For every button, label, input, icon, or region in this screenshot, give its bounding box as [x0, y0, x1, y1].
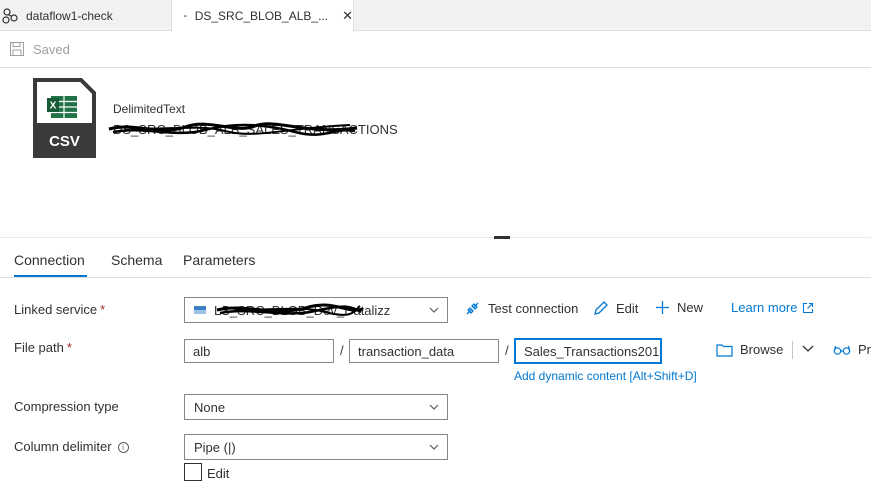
file-name-input[interactable]: Sales_Transactions2018 — [514, 338, 662, 364]
plus-icon — [656, 301, 669, 314]
compression-type-select[interactable]: None — [184, 394, 448, 420]
info-icon[interactable]: i — [117, 442, 129, 453]
column-delimiter-label: Column delimiter i — [14, 439, 129, 454]
tab-label: dataflow1-check — [26, 8, 113, 23]
tab-strip: dataflow1-check DS_SRC_BLOB_ALB_... ✕ — [0, 0, 871, 32]
chevron-down-icon[interactable] — [802, 344, 814, 354]
table-icon — [184, 14, 187, 18]
linked-service-redaction — [216, 303, 364, 316]
edit-linked-service-button[interactable]: Edit — [593, 300, 638, 316]
save-icon — [10, 42, 24, 56]
redaction-scribble — [108, 122, 358, 136]
path-separator: / — [340, 343, 344, 358]
edit-delimiter-checkbox[interactable] — [184, 463, 202, 481]
saved-label: Saved — [33, 41, 70, 57]
tab-parameters[interactable]: Parameters — [183, 252, 255, 268]
container-input[interactable]: alb — [184, 339, 334, 363]
chevron-down-icon — [429, 444, 439, 450]
toolbar-separator — [792, 341, 793, 359]
pencil-icon — [594, 301, 608, 315]
properties-tabs: Connection Schema Parameters — [0, 238, 871, 278]
plug-icon — [466, 302, 479, 315]
new-linked-service-button[interactable]: New — [655, 300, 703, 315]
svg-text:X: X — [50, 101, 57, 112]
tab-schema[interactable]: Schema — [111, 252, 162, 268]
dataflow-icon — [2, 7, 18, 24]
column-delimiter-select[interactable]: Pipe (|) — [184, 434, 448, 460]
csv-file-icon: X CSV — [33, 78, 96, 158]
linked-service-label: Linked service * — [14, 302, 106, 317]
chevron-down-icon — [429, 307, 439, 313]
dataset-type: DelimitedText — [113, 102, 186, 116]
tab-connection[interactable]: Connection — [14, 252, 85, 268]
test-connection-button[interactable]: Test connection — [464, 300, 578, 317]
add-dynamic-content-link[interactable]: Add dynamic content [Alt+Shift+D] — [514, 369, 697, 383]
tab-dataset[interactable]: DS_SRC_BLOB_ALB_... ✕ — [171, 0, 354, 32]
save-status-bar: Saved — [0, 31, 871, 68]
edit-delimiter-label: Edit — [207, 466, 230, 481]
close-icon[interactable]: ✕ — [342, 8, 353, 24]
tab-dataflow[interactable]: dataflow1-check — [0, 0, 171, 31]
path-separator: / — [505, 343, 509, 358]
compression-type-label: Compression type — [14, 399, 119, 414]
svg-text:CSV: CSV — [49, 133, 80, 150]
tab-label: DS_SRC_BLOB_ALB_... — [194, 9, 329, 23]
active-tab-indicator — [14, 275, 87, 277]
glasses-icon — [833, 345, 851, 355]
preview-data-button[interactable]: Pr — [833, 342, 871, 357]
chevron-down-icon — [429, 404, 439, 410]
folder-icon — [716, 343, 733, 357]
file-path-label: File path * — [14, 340, 72, 355]
directory-input[interactable]: transaction_data — [349, 339, 499, 363]
external-link-icon — [803, 302, 814, 313]
learn-more-link[interactable]: Learn more — [731, 300, 821, 315]
blob-storage-icon — [194, 306, 206, 314]
browse-button[interactable]: Browse — [716, 342, 783, 357]
